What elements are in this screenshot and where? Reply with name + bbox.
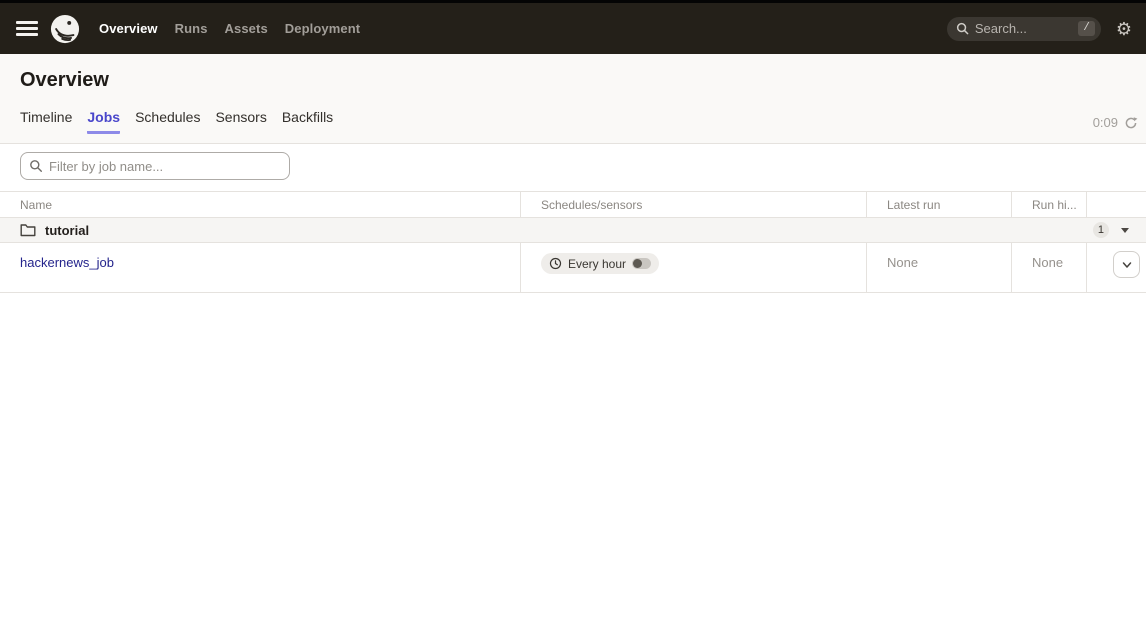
folder-icon <box>20 223 36 237</box>
job-filter <box>20 152 290 180</box>
chevron-down-icon <box>1121 259 1133 271</box>
overview-tabs: Timeline Jobs Schedules Sensors Backfill… <box>0 93 1146 143</box>
job-actions-cell <box>1086 243 1146 292</box>
job-schedule-cell: Every hour <box>520 243 866 292</box>
clock-icon <box>549 257 562 270</box>
tab-timeline[interactable]: Timeline <box>20 109 72 134</box>
search-icon <box>956 22 969 35</box>
tab-schedules[interactable]: Schedules <box>135 109 200 134</box>
filter-bar <box>0 144 1146 180</box>
dagster-logo[interactable] <box>50 14 80 44</box>
repo-group-row-tutorial[interactable]: tutorial 1 <box>0 218 1146 243</box>
jobs-table: Name Schedules/sensors Latest run Run hi… <box>0 191 1146 293</box>
job-link-hackernews[interactable]: hackernews_job <box>20 255 114 270</box>
run-history-cell: None <box>1011 243 1086 292</box>
column-header-actions <box>1086 192 1146 217</box>
primary-nav: Overview Runs Assets Deployment <box>99 21 360 36</box>
nav-item-overview[interactable]: Overview <box>99 21 158 36</box>
repo-group-name: tutorial <box>45 223 89 238</box>
column-header-schedules-sensors: Schedules/sensors <box>520 192 866 217</box>
top-navbar: Overview Runs Assets Deployment Search..… <box>0 0 1146 54</box>
search-shortcut-badge: / <box>1078 21 1095 36</box>
tab-jobs[interactable]: Jobs <box>87 109 120 134</box>
schedule-label: Every hour <box>568 257 626 271</box>
table-header-row: Name Schedules/sensors Latest run Run hi… <box>0 191 1146 218</box>
navbar-right: Search... / ⚙ <box>947 17 1132 41</box>
schedule-toggle-off[interactable] <box>632 258 651 269</box>
job-row-hackernews: hackernews_job Every hour None None <box>0 243 1146 293</box>
schedule-chip[interactable]: Every hour <box>541 253 659 274</box>
column-header-name: Name <box>0 192 520 217</box>
latest-run-cell: None <box>866 243 1011 292</box>
search-placeholder: Search... <box>975 21 1027 36</box>
refresh-icon[interactable] <box>1124 116 1138 130</box>
job-filter-input[interactable] <box>20 152 290 180</box>
refresh-countdown: 0:09 <box>1093 115 1118 130</box>
page-header: Overview Timeline Jobs Schedules Sensors… <box>0 54 1146 144</box>
nav-item-runs[interactable]: Runs <box>175 21 208 36</box>
filter-search-icon <box>29 159 43 173</box>
tab-backfills[interactable]: Backfills <box>282 109 333 134</box>
tab-sensors[interactable]: Sensors <box>215 109 266 134</box>
page-title: Overview <box>0 67 1146 93</box>
nav-item-assets[interactable]: Assets <box>225 21 268 36</box>
column-header-latest-run: Latest run <box>866 192 1011 217</box>
job-name-cell: hackernews_job <box>0 243 520 292</box>
nav-item-deployment[interactable]: Deployment <box>285 21 360 36</box>
hamburger-menu-icon[interactable] <box>16 21 38 36</box>
job-menu-button[interactable] <box>1113 251 1140 278</box>
settings-gear-icon[interactable]: ⚙ <box>1116 20 1132 38</box>
collapse-caret-icon[interactable] <box>1121 228 1129 233</box>
repo-group-right: 1 <box>1093 222 1129 238</box>
dagster-logo-icon <box>50 14 80 44</box>
global-search[interactable]: Search... / <box>947 17 1101 41</box>
job-count-badge: 1 <box>1093 222 1109 238</box>
refresh-timer: 0:09 <box>1093 115 1138 130</box>
column-header-run-history: Run hi... <box>1011 192 1086 217</box>
